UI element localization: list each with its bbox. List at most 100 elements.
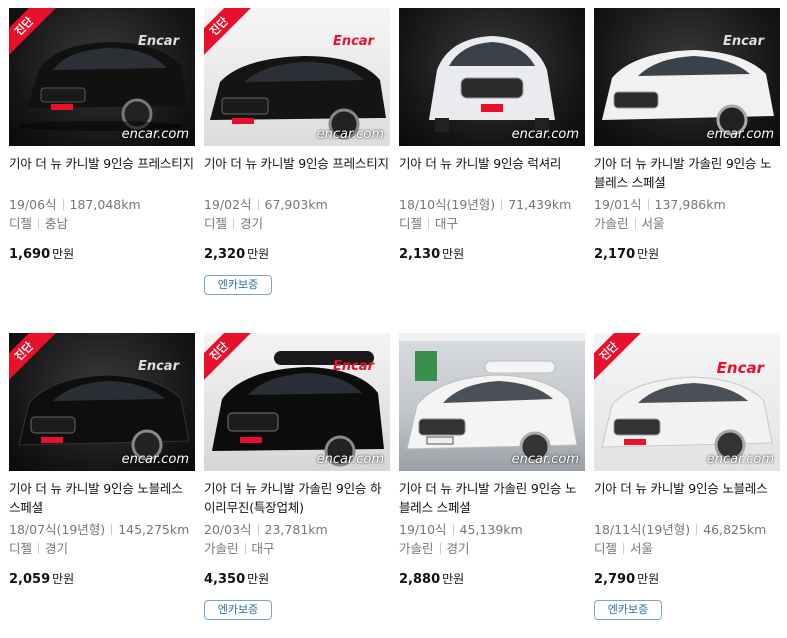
- divider: [623, 543, 625, 554]
- divider: [428, 218, 430, 229]
- listing-title[interactable]: 기아 더 뉴 카니발 가솔린 9인승 노블레스 스페셜: [594, 154, 780, 192]
- price-value: 1,690: [9, 247, 51, 262]
- fuel: 디젤: [204, 216, 228, 231]
- car-photo[interactable]: encar.com: [399, 8, 585, 146]
- listing-year-km: 19/01식 137,986km: [594, 195, 780, 214]
- year: 18/11식(19년형): [594, 522, 691, 537]
- year: 19/02식: [204, 197, 252, 212]
- encar-warranty-button[interactable]: 엔카보증: [204, 275, 272, 295]
- car-photo[interactable]: encar.com: [399, 333, 585, 471]
- mileage: 187,048km: [69, 197, 141, 212]
- price: 2,059 만원: [9, 570, 195, 587]
- price-unit: 만원: [637, 572, 660, 586]
- listing-fuel-region: 디젤 충남: [9, 214, 195, 233]
- price-value: 2,790: [594, 572, 636, 587]
- listing-title[interactable]: 기아 더 뉴 카니발 9인승 노블레스 스페셜: [9, 479, 195, 517]
- listing-fuel-region: 가솔린 경기: [399, 539, 585, 558]
- listing-title[interactable]: 기아 더 뉴 카니발 9인승 프레스티지: [204, 154, 390, 192]
- car-photo[interactable]: Encar encar.com: [594, 8, 780, 146]
- fuel: 디젤: [9, 541, 33, 556]
- brand-logo: Encar: [332, 359, 374, 374]
- divider: [233, 218, 235, 229]
- car-photo[interactable]: 진단 Encar encar.com: [9, 333, 195, 471]
- region: 서울: [630, 541, 654, 556]
- listing-fuel-region: 디젤 서울: [594, 539, 780, 558]
- price-unit: 만원: [637, 247, 660, 261]
- listing-title[interactable]: 기아 더 뉴 카니발 9인승 노블레스: [594, 479, 780, 517]
- minivan-image: [19, 42, 187, 131]
- watermark: encar.com: [121, 452, 189, 467]
- minivan-image: [212, 351, 384, 467]
- listing-title[interactable]: 기아 더 뉴 카니발 9인승 럭셔리: [399, 154, 585, 192]
- listing-card[interactable]: 진단 Encar encar.com 기아 더 뉴 카니발 가솔린 9인승 하이…: [204, 333, 390, 620]
- divider: [634, 218, 636, 229]
- watermark: encar.com: [706, 127, 774, 142]
- brand-logo: Encar: [137, 359, 179, 374]
- divider: [257, 199, 259, 210]
- listing-year-km: 19/06식 187,048km: [9, 195, 195, 214]
- price-unit: 만원: [247, 247, 270, 261]
- price: 4,350 만원: [204, 570, 390, 587]
- listing-card[interactable]: encar.com 기아 더 뉴 카니발 9인승 럭셔리 18/10식(19년형…: [399, 8, 585, 262]
- divider: [501, 199, 503, 210]
- watermark: encar.com: [511, 452, 579, 467]
- region: 대구: [251, 541, 275, 556]
- brand-logo: Encar: [722, 34, 764, 49]
- car-photo[interactable]: 진단 Encar encar.com: [204, 8, 390, 146]
- divider: [439, 543, 441, 554]
- mileage: 67,903km: [264, 197, 328, 212]
- price-unit: 만원: [442, 247, 465, 261]
- listing-title[interactable]: 기아 더 뉴 카니발 가솔린 9인승 노블레스 스페셜: [399, 479, 585, 517]
- year: 18/07식(19년형): [9, 522, 106, 537]
- listing-year-km: 18/11식(19년형) 46,825km: [594, 520, 780, 539]
- fuel: 가솔린: [204, 541, 239, 556]
- fuel: 디젤: [9, 216, 33, 231]
- region: 서울: [641, 216, 665, 231]
- price: 2,170 만원: [594, 245, 780, 262]
- car-photo[interactable]: 진단 Encar encar.com: [594, 333, 780, 471]
- listing-fuel-region: 디젤 경기: [9, 539, 195, 558]
- car-photo[interactable]: 진단 Encar encar.com: [204, 333, 390, 471]
- price: 2,880 만원: [399, 570, 585, 587]
- listing-title[interactable]: 기아 더 뉴 카니발 가솔린 9인승 하이리무진(특장업체): [204, 479, 390, 517]
- divider: [696, 524, 698, 535]
- region: 대구: [435, 216, 459, 231]
- price-value: 2,320: [204, 247, 246, 262]
- price-unit: 만원: [52, 247, 75, 261]
- listing-fuel-region: 가솔린 서울: [594, 214, 780, 233]
- watermark: encar.com: [316, 127, 384, 142]
- watermark: encar.com: [121, 127, 189, 142]
- watermark: encar.com: [511, 127, 579, 142]
- price-value: 2,059: [9, 572, 51, 587]
- listing-card[interactable]: 진단 Encar encar.com 기아 더 뉴 카니발 9인승 프레스티지 …: [9, 8, 195, 262]
- year: 19/01식: [594, 197, 642, 212]
- mileage: 145,275km: [118, 522, 190, 537]
- listing-card[interactable]: encar.com 기아 더 뉴 카니발 가솔린 9인승 노블레스 스페셜 19…: [399, 333, 585, 587]
- divider: [257, 524, 259, 535]
- listing-fuel-region: 디젤 대구: [399, 214, 585, 233]
- price-unit: 만원: [442, 572, 465, 586]
- brand-logo: Encar: [332, 34, 374, 49]
- minivan-image: [429, 36, 555, 132]
- mileage: 23,781km: [264, 522, 328, 537]
- listing-title[interactable]: 기아 더 뉴 카니발 9인승 프레스티지: [9, 154, 195, 192]
- listing-card[interactable]: Encar encar.com 기아 더 뉴 카니발 가솔린 9인승 노블레스 …: [594, 8, 780, 262]
- divider: [452, 524, 454, 535]
- price-unit: 만원: [247, 572, 270, 586]
- divider: [38, 543, 40, 554]
- listing-card[interactable]: 진단 Encar encar.com 기아 더 뉴 카니발 9인승 노블레스 스…: [9, 333, 195, 587]
- listing-year-km: 18/10식(19년형) 71,439km: [399, 195, 585, 214]
- region: 충남: [45, 216, 69, 231]
- encar-warranty-button[interactable]: 엔카보증: [594, 600, 662, 620]
- listing-card[interactable]: 진단 Encar encar.com 기아 더 뉴 카니발 9인승 프레스티지 …: [204, 8, 390, 295]
- encar-warranty-button[interactable]: 엔카보증: [204, 600, 272, 620]
- year: 19/10식: [399, 522, 447, 537]
- year: 20/03식: [204, 522, 252, 537]
- fuel: 가솔린: [399, 541, 434, 556]
- divider: [62, 199, 64, 210]
- mileage: 71,439km: [508, 197, 572, 212]
- price-unit: 만원: [52, 572, 75, 586]
- listing-year-km: 18/07식(19년형) 145,275km: [9, 520, 195, 539]
- listing-card[interactable]: 진단 Encar encar.com 기아 더 뉴 카니발 9인승 노블레스 1…: [594, 333, 780, 620]
- car-photo[interactable]: 진단 Encar encar.com: [9, 8, 195, 146]
